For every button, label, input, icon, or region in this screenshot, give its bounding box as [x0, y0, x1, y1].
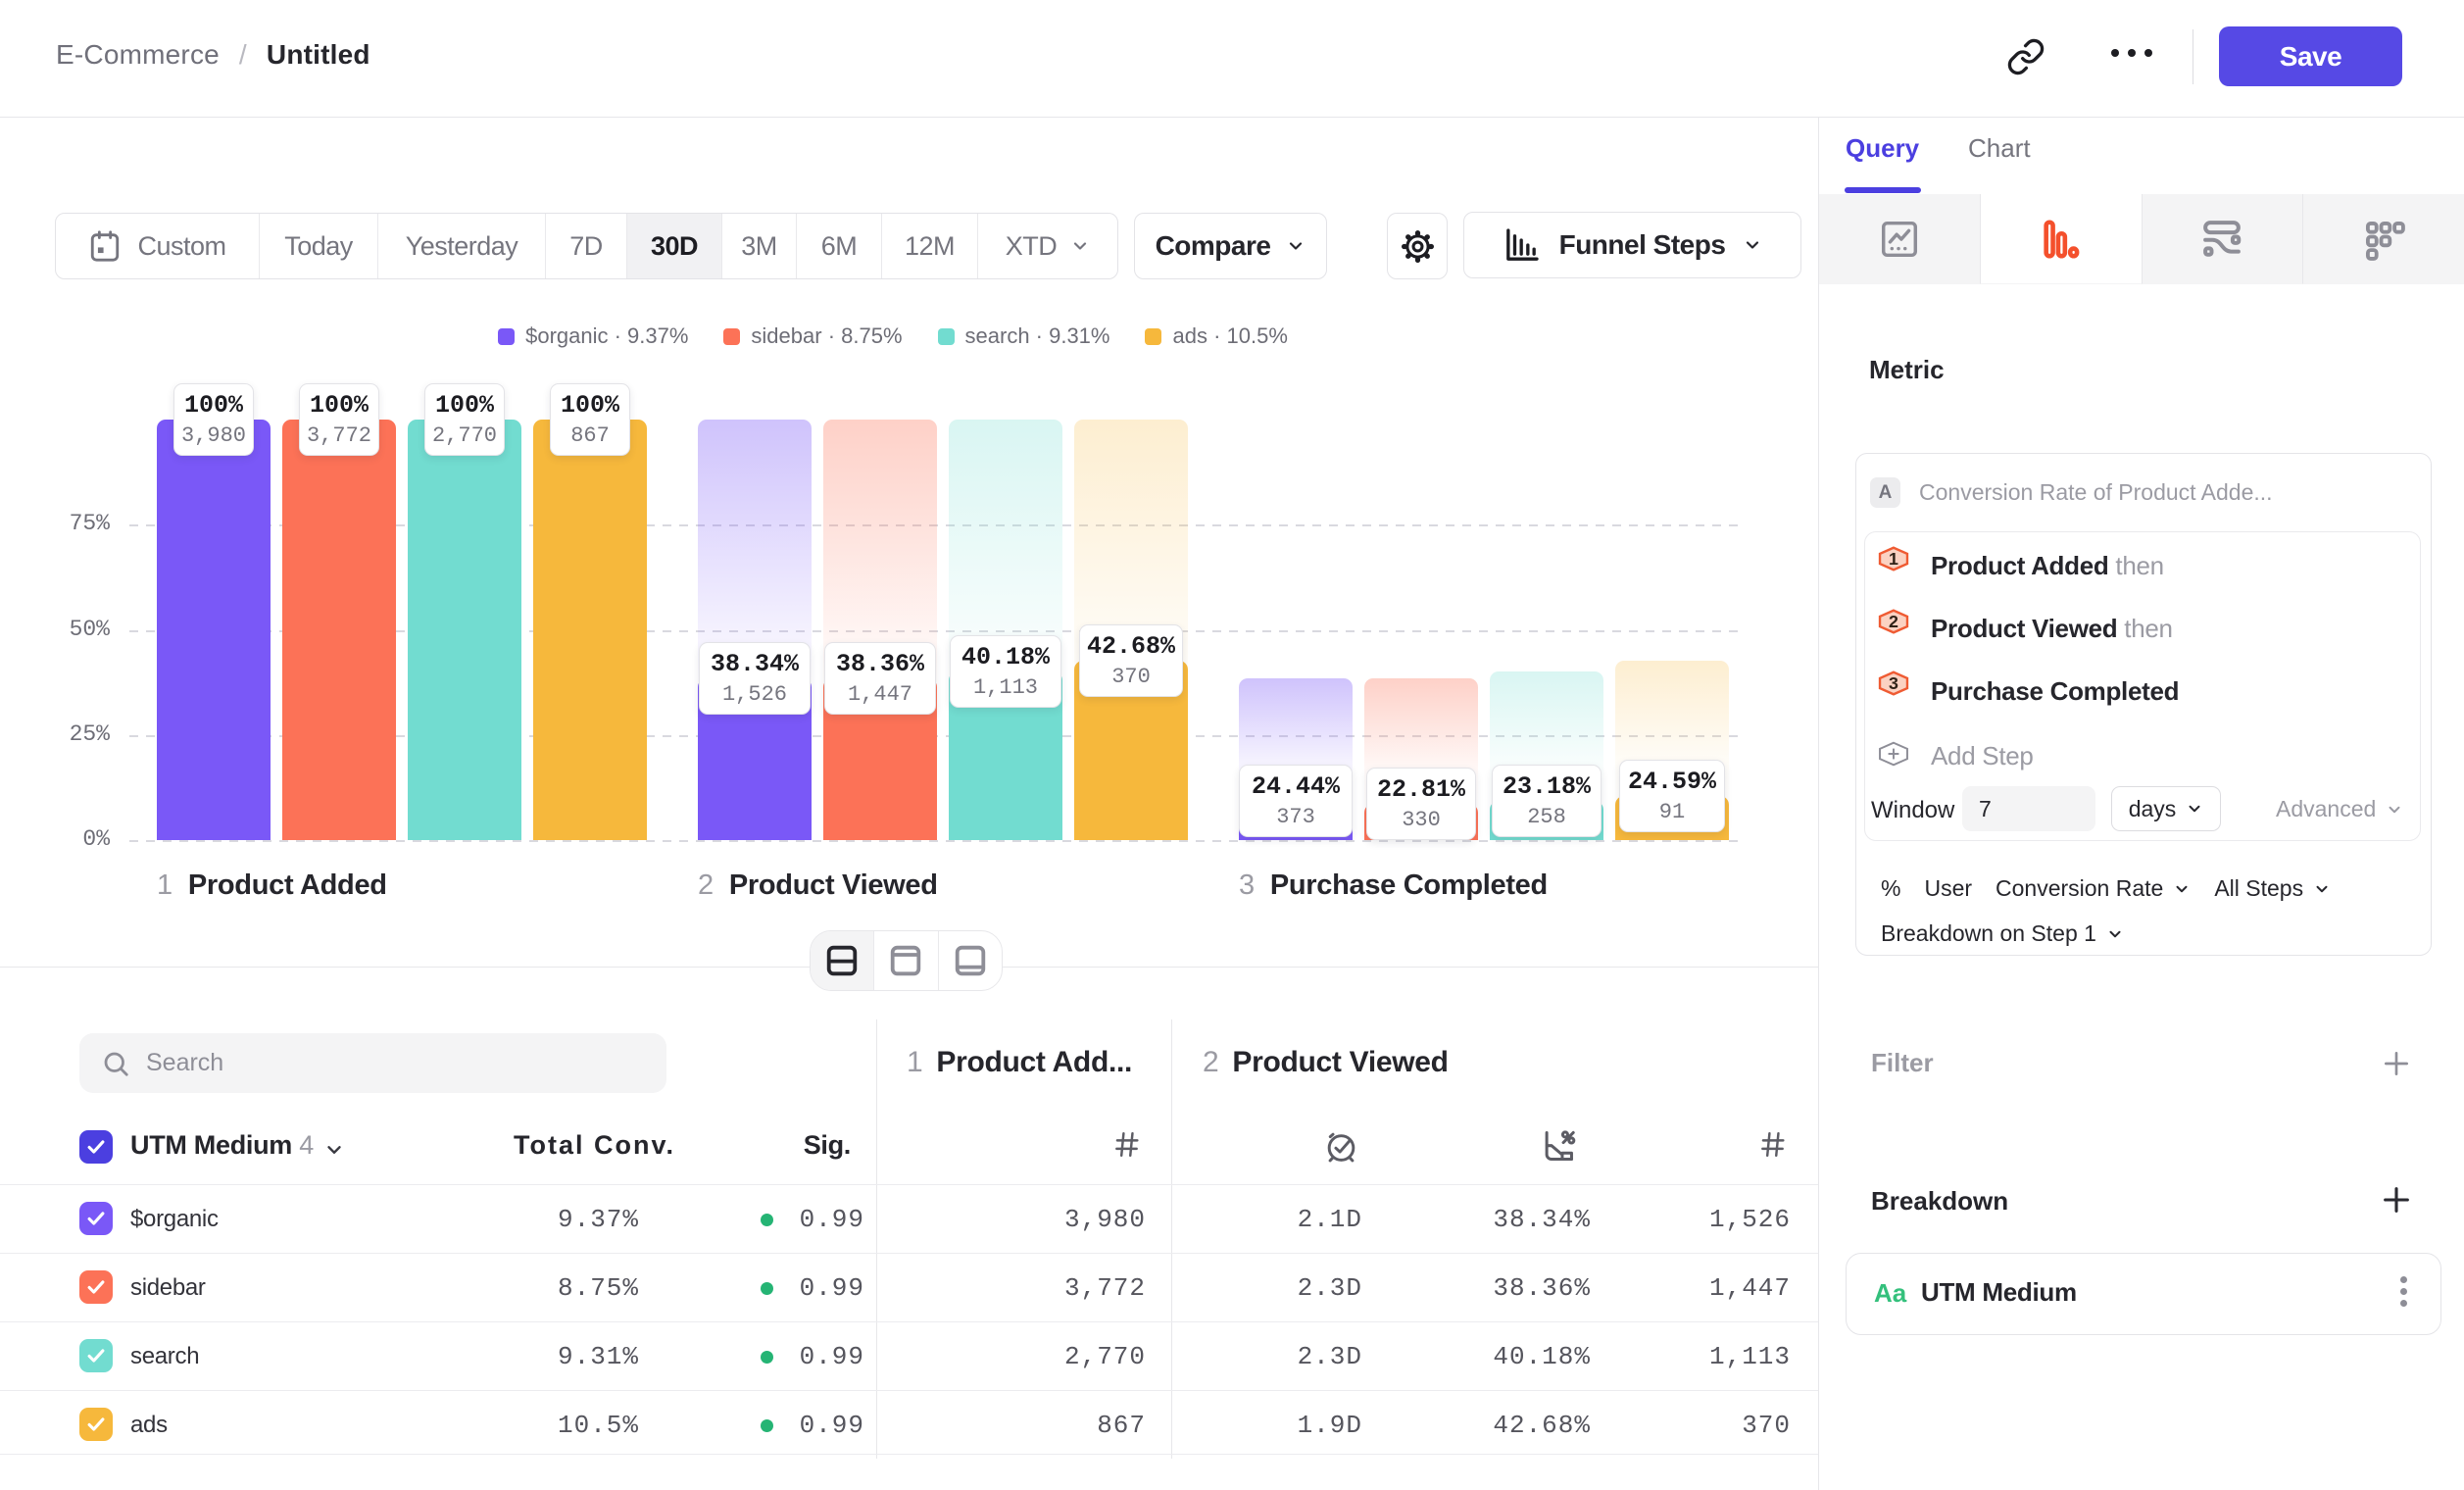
svg-text:2: 2 — [1889, 612, 1898, 631]
svg-text:1: 1 — [1889, 549, 1898, 569]
svg-text:3: 3 — [1889, 673, 1898, 693]
